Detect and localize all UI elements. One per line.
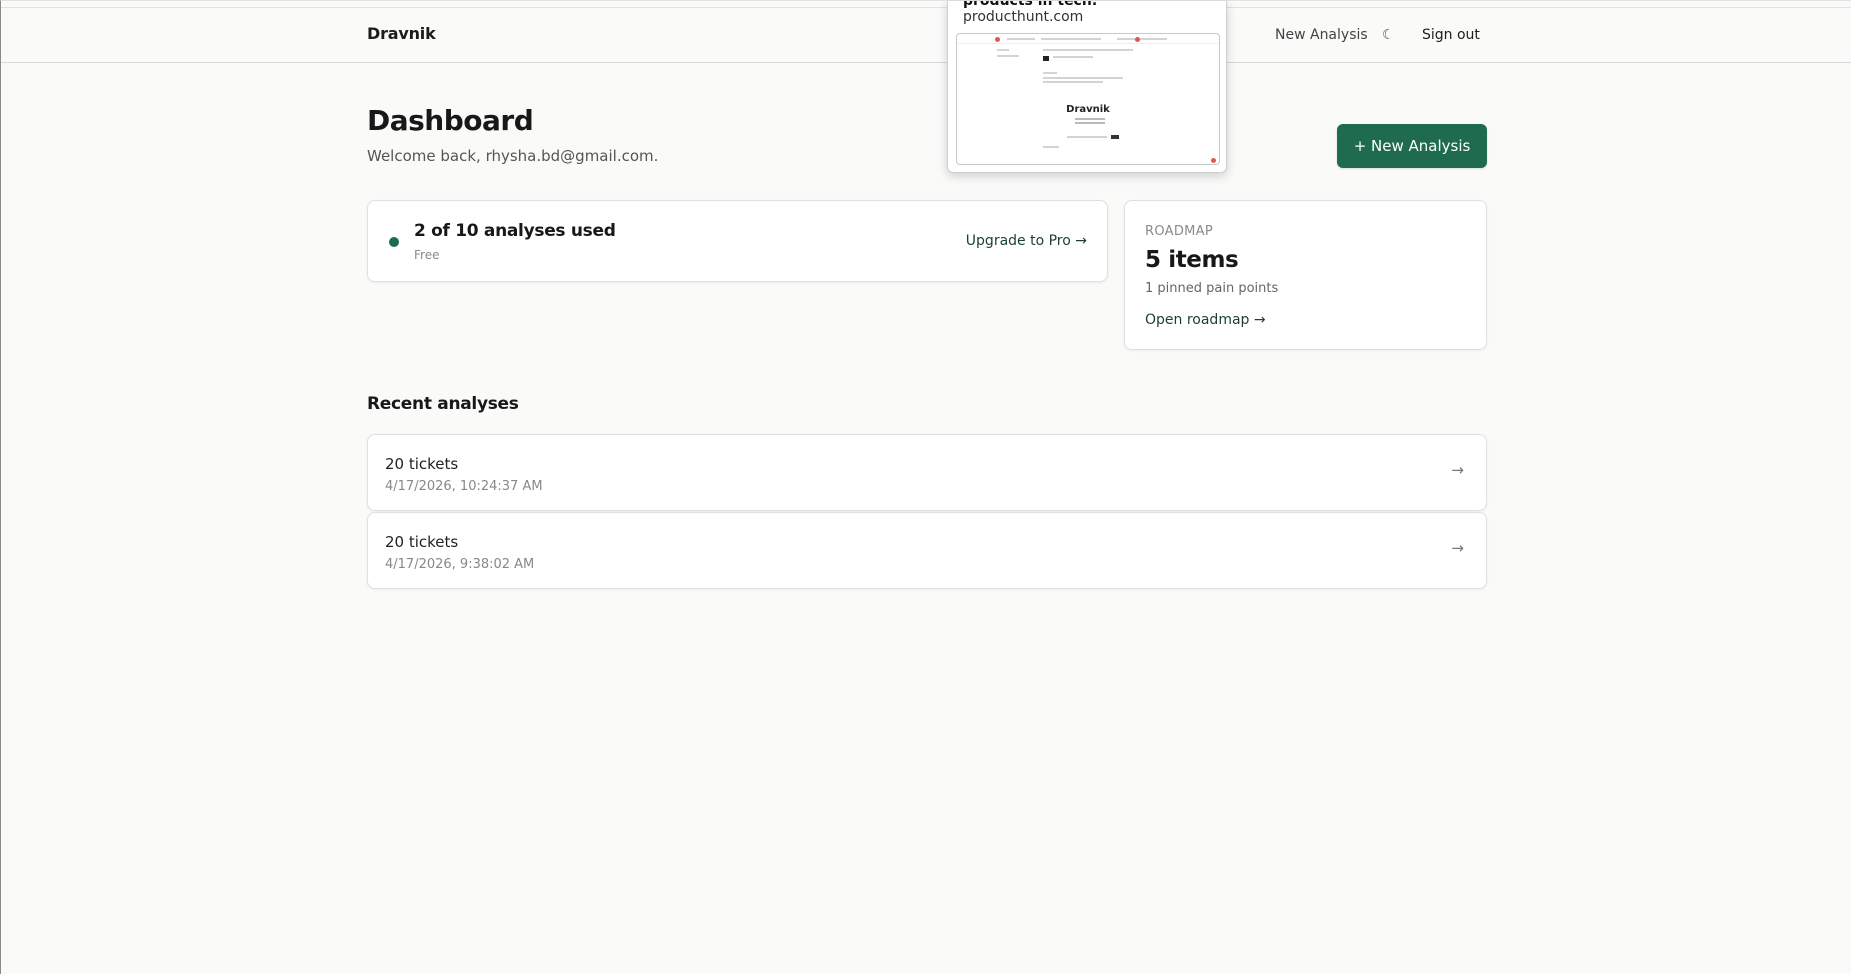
thumbnail-icon [1043,56,1049,61]
roadmap-subtitle: 1 pinned pain points [1145,281,1279,296]
tab-hover-preview: products in tech. producthunt.com Dravni… [947,1,1227,173]
arrow-right-icon: → [1451,461,1464,479]
thumbnail-line [997,55,1019,57]
usage-card: 2 of 10 analyses used Free Upgrade to Pr… [367,200,1108,282]
upgrade-to-pro-link[interactable]: Upgrade to Pro → [966,233,1087,249]
thumbnail-line [1007,38,1035,40]
analysis-row[interactable]: 20 tickets 4/17/2026, 10:24:37 AM → [367,434,1487,511]
thumbnail-line [1075,122,1105,124]
thumbnail-heading: Dravnik [1066,104,1110,115]
browser-frame: Dravnik nap New Analysis ☾ Sign out prod… [0,0,1851,974]
thumbnail-line [1043,146,1059,148]
recent-analyses-heading: Recent analyses [367,394,519,414]
preview-title: products in tech. [963,1,1098,9]
page-title: Dashboard [367,104,534,137]
preview-thumbnail: Dravnik [956,33,1220,165]
thumbnail-line [1067,136,1107,138]
roadmap-card: ROADMAP 5 items 1 pinned pain points Ope… [1124,200,1487,350]
analysis-title: 20 tickets [385,533,459,551]
brand-logo[interactable]: Dravnik [367,24,436,43]
analysis-date: 4/17/2026, 10:24:37 AM [385,479,543,494]
thumbnail-logo-icon [995,37,1000,42]
thumbnail-line [1053,56,1093,58]
arrow-right-icon: → [1451,539,1464,557]
thumbnail-line [997,49,1009,51]
analysis-title: 20 tickets [385,455,459,473]
new-analysis-button[interactable]: + New Analysis [1337,124,1487,168]
thumbnail-line [1041,38,1101,40]
top-navbar: Dravnik nap New Analysis ☾ Sign out [1,8,1851,63]
thumbnail-button [1111,135,1119,139]
thumbnail-line [1043,49,1133,51]
analysis-row[interactable]: 20 tickets 4/17/2026, 9:38:02 AM → [367,512,1487,589]
welcome-message: Welcome back, rhysha.bd@gmail.com. [367,147,659,165]
moon-icon[interactable]: ☾ [1382,27,1395,43]
thumbnail-line [1043,72,1057,74]
thumbnail-badge-icon [1211,158,1216,163]
roadmap-count: 5 items [1145,247,1239,273]
open-roadmap-link[interactable]: Open roadmap → [1145,312,1266,328]
plan-label: Free [414,248,440,262]
usage-title: 2 of 10 analyses used [414,221,616,241]
roadmap-label: ROADMAP [1145,224,1213,239]
thumbnail-line [1043,77,1123,79]
analysis-date: 4/17/2026, 9:38:02 AM [385,557,535,572]
thumbnail-line [1075,118,1105,120]
status-dot-icon [389,237,399,247]
preview-url: producthunt.com [963,9,1084,25]
thumbnail-avatar-icon [1135,37,1140,42]
thumbnail-line [1043,81,1103,83]
sign-out-link[interactable]: Sign out [1422,27,1480,43]
nav-new-analysis-link[interactable]: New Analysis [1275,27,1368,43]
thumbnail-line [1117,38,1167,40]
